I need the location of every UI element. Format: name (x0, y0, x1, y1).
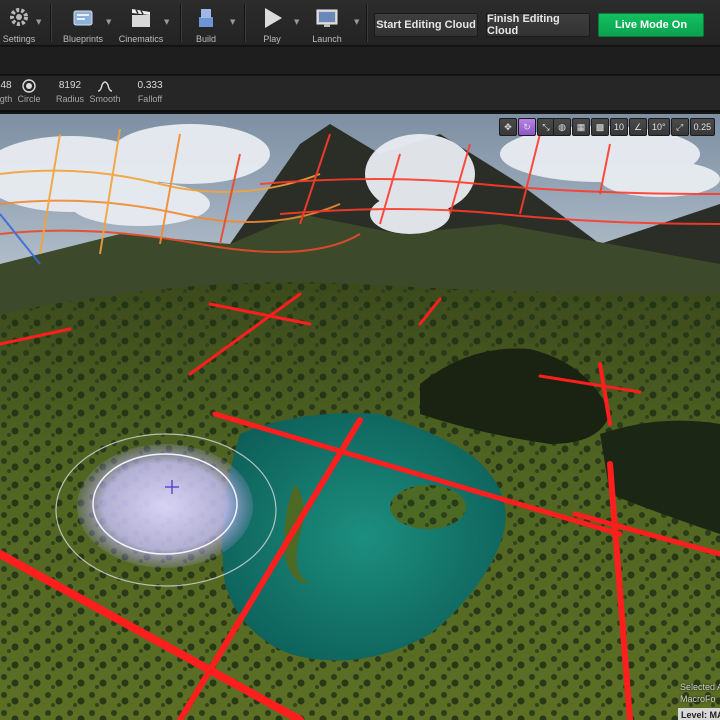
clapperboard-icon (126, 3, 156, 33)
toolbar-spacer (0, 47, 720, 75)
chevron-down-icon[interactable]: ▼ (36, 18, 41, 26)
scale-snap-icon: ⤢ (676, 121, 684, 132)
launch-monitor-icon (312, 3, 342, 33)
level-viewport[interactable]: ✥ ↻ ⤡ ◍ ▦ ▩ 10 ∠ 10° ⤢ 0.25 Selected A M… (0, 114, 720, 720)
toolbar-blueprints-label: Blueprints (62, 34, 104, 44)
toolbar-divider (180, 4, 181, 42)
play-icon (257, 3, 287, 33)
toolbar-build-button[interactable]: Build ▼ (186, 0, 235, 46)
brush-options-bar: 48 gth Circle 8192 Radius Smooth 0.333 F… (0, 76, 720, 112)
toolbar-divider (244, 4, 245, 42)
chevron-down-icon[interactable]: ▼ (106, 18, 111, 26)
main-toolbar: Settings ▼ Blueprints ▼ Cinematics ▼ Bui… (0, 0, 720, 46)
brush-length-label: gth (0, 94, 13, 104)
gear-icon (4, 3, 34, 33)
chevron-down-icon[interactable]: ▼ (294, 18, 299, 26)
selected-actor-info: Selected A (680, 682, 720, 692)
move-arrows-icon: ✥ (504, 121, 512, 132)
start-editing-cloud-button[interactable]: Start Editing Cloud (374, 13, 478, 37)
angle-snap-value[interactable]: 10° (648, 118, 670, 136)
brush-length-option[interactable]: 48 gth (0, 79, 14, 105)
brush-smooth-option[interactable]: Smooth (88, 79, 122, 105)
rotate-icon: ↻ (523, 121, 531, 132)
brush-length-value[interactable]: 48 (0, 79, 14, 93)
grid-snap-value[interactable]: 10 (610, 118, 629, 136)
brush-shape-label: Circle (17, 94, 41, 104)
level-label: Level: (681, 710, 710, 720)
level-name: MAI (709, 710, 720, 720)
finish-editing-cloud-button[interactable]: Finish Editing Cloud (486, 13, 590, 37)
toolbar-divider (366, 4, 367, 42)
toolbar-cinematics-label: Cinematics (118, 34, 164, 44)
toolbar-divider (50, 4, 51, 42)
toolbar-blueprints-button[interactable]: Blueprints ▼ (58, 0, 111, 46)
toolbar-play-label: Play (263, 34, 281, 44)
translate-tool-button[interactable]: ✥ (499, 118, 517, 136)
toolbar-settings-button[interactable]: Settings ▼ (0, 0, 41, 46)
brush-falloff-label: Falloff (137, 94, 163, 104)
scale-snap-toggle[interactable]: ⤢ (670, 118, 689, 136)
current-level-badge: Level: MAI (678, 708, 720, 720)
viewport-transform-tools: ✥ ↻ ⤡ (499, 118, 555, 136)
chevron-down-icon[interactable]: ▼ (354, 18, 359, 26)
smooth-falloff-icon (88, 79, 122, 93)
selected-actor-name: MacroFo (680, 694, 716, 704)
chevron-down-icon[interactable]: ▼ (164, 18, 169, 26)
brush-radius-option[interactable]: 8192 Radius (54, 79, 86, 105)
brush-smooth-label: Smooth (89, 94, 121, 104)
live-mode-button[interactable]: Live Mode On (598, 13, 704, 37)
surface-snap-icon: ▦ (576, 121, 586, 132)
chevron-down-icon[interactable]: ▼ (230, 18, 235, 26)
surface-snap-toggle[interactable]: ▦ (572, 118, 590, 136)
build-cubes-icon (191, 3, 221, 33)
rotate-tool-button[interactable]: ↻ (518, 118, 536, 136)
brush-shape-option[interactable]: Circle (16, 79, 42, 105)
circle-brush-icon (16, 79, 42, 93)
angle-snap-toggle[interactable]: ∠ (629, 118, 648, 136)
toolbar-settings-label: Settings (2, 34, 36, 44)
world-local-toggle[interactable]: ◍ (553, 118, 571, 136)
grid-icon: ▩ (595, 121, 605, 132)
blueprint-icon (68, 3, 98, 33)
globe-icon: ◍ (558, 121, 566, 132)
toolbar-launch-label: Launch (312, 34, 342, 44)
brush-falloff-option[interactable]: 0.333 Falloff (134, 79, 166, 105)
terrain-scene (0, 114, 720, 720)
angle-icon: ∠ (633, 121, 643, 132)
brush-radius-label: Radius (55, 94, 84, 104)
toolbar-build-label: Build (195, 34, 216, 44)
scale-snap-value[interactable]: 0.25 (689, 118, 716, 136)
scale-icon: ⤡ (542, 121, 550, 132)
toolbar-cinematics-button[interactable]: Cinematics ▼ (116, 0, 169, 46)
toolbar-launch-button[interactable]: Launch ▼ (308, 0, 359, 46)
grid-snap-toggle[interactable]: ▩ (591, 118, 609, 136)
brush-falloff-value[interactable]: 0.333 (134, 79, 166, 93)
viewport-snap-tools: ◍ ▦ ▩ 10 ∠ 10° ⤢ 0.25 (553, 118, 716, 136)
toolbar-play-button[interactable]: Play ▼ (252, 0, 299, 46)
brush-radius-value[interactable]: 8192 (54, 79, 86, 93)
